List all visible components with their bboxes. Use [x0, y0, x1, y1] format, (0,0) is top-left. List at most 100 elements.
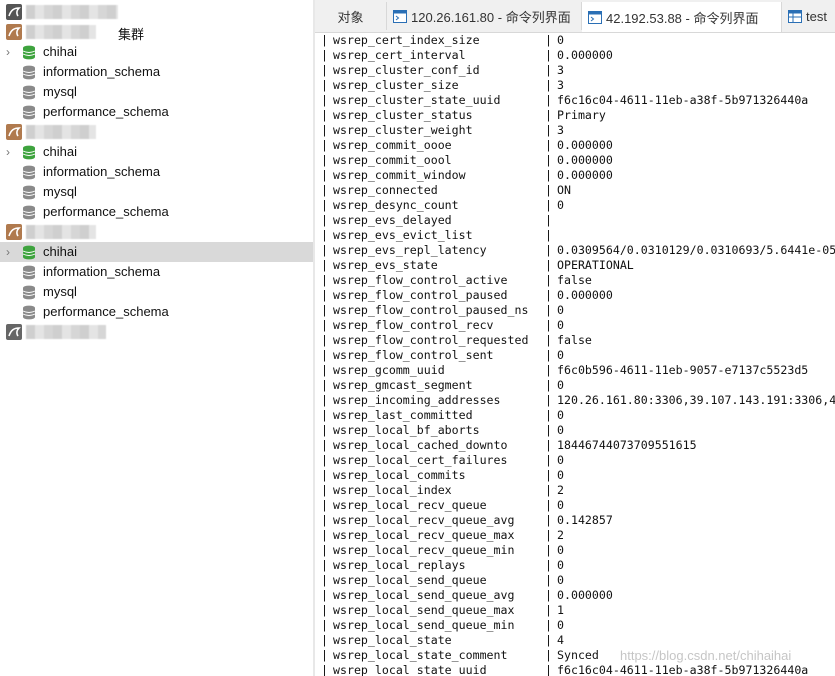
database-row-mysql[interactable]: mysql	[0, 182, 313, 202]
connection-row[interactable]	[0, 122, 313, 142]
column-separator: |	[545, 603, 552, 617]
command-line-console[interactable]: | wsrep_cert_index_size | 0 | wsrep_cert_inte…	[315, 33, 835, 676]
variable-value: 0.000000	[557, 168, 613, 182]
status-variable-row: | wsrep_evs_state | OPERATIONAL	[315, 258, 835, 273]
tab-console-42[interactable]: 42.192.53.88 - 命令列界面	[582, 2, 782, 32]
variable-name: wsrep_evs_repl_latency	[333, 243, 487, 257]
connection-row[interactable]	[0, 322, 313, 342]
column-separator: |	[545, 258, 552, 272]
status-variable-row: | wsrep_gmcast_segment | 0	[315, 378, 835, 393]
database-label: information_schema	[43, 264, 161, 279]
status-variable-row: | wsrep_flow_control_paused | 0.000000	[315, 288, 835, 303]
variable-value: 0	[557, 453, 564, 467]
column-separator: |	[545, 213, 552, 227]
status-variable-row: | wsrep_local_send_queue_max | 1	[315, 603, 835, 618]
variable-name: wsrep_local_index	[333, 483, 452, 497]
variable-name: wsrep_local_cert_failures	[333, 453, 508, 467]
redacted-connection-name	[26, 325, 106, 339]
variable-value: ON	[557, 183, 571, 197]
database-row-performance-schema[interactable]: performance_schema	[0, 202, 313, 222]
database-row-performance-schema[interactable]: performance_schema	[0, 302, 313, 322]
status-variable-row: | wsrep_local_recv_queue | 0	[315, 498, 835, 513]
column-separator: |	[545, 363, 552, 377]
tab-console-120[interactable]: 120.26.161.80 - 命令列界面	[387, 2, 582, 30]
chevron-right-icon[interactable]: ›	[6, 46, 16, 58]
chevron-right-icon[interactable]: ›	[6, 246, 16, 258]
variable-value: false	[557, 273, 592, 287]
column-separator: |	[321, 423, 328, 437]
column-separator: |	[545, 198, 552, 212]
column-separator: |	[321, 603, 328, 617]
column-separator: |	[545, 393, 552, 407]
column-separator: |	[321, 123, 328, 137]
connection-row[interactable]	[0, 222, 313, 242]
database-row-chihai[interactable]: › chihai	[0, 42, 313, 62]
column-separator: |	[321, 48, 328, 62]
database-icon	[22, 105, 36, 120]
connection-icon	[6, 24, 22, 40]
variable-value: 0	[557, 348, 564, 362]
connection-row[interactable]	[0, 2, 313, 22]
column-separator: |	[321, 663, 328, 676]
status-variable-row: | wsrep_flow_control_active | false	[315, 273, 835, 288]
column-separator: |	[321, 573, 328, 587]
database-label: mysql	[43, 84, 77, 99]
database-icon	[22, 85, 36, 100]
column-separator: |	[545, 318, 552, 332]
database-icon	[22, 65, 36, 80]
column-separator: |	[545, 288, 552, 302]
database-row-performance-schema[interactable]: performance_schema	[0, 102, 313, 122]
database-row-information-schema[interactable]: information_schema	[0, 62, 313, 82]
variable-name: wsrep_local_send_queue_min	[333, 618, 515, 632]
column-separator: |	[321, 168, 328, 182]
column-separator: |	[545, 588, 552, 602]
chevron-right-icon[interactable]: ›	[6, 146, 16, 158]
variable-value: 0	[557, 198, 564, 212]
variable-value: 1	[557, 603, 564, 617]
variable-value: f6c16c04-4611-11eb-a38f-5b971326440a	[557, 93, 809, 107]
variable-value: 0	[557, 303, 564, 317]
variable-name: wsrep_cluster_state_uuid	[333, 93, 501, 107]
connection-row[interactable]: 集群	[0, 22, 313, 42]
variable-value: 0	[557, 33, 564, 47]
database-row-information-schema[interactable]: information_schema	[0, 262, 313, 282]
tab-objects[interactable]: 对象	[315, 2, 387, 30]
connection-icon	[6, 124, 22, 140]
database-row-chihai[interactable]: › chihai	[0, 242, 313, 262]
column-separator: |	[545, 348, 552, 362]
column-separator: |	[321, 33, 328, 47]
variable-value: false	[557, 333, 592, 347]
variable-name: wsrep_local_recv_queue	[333, 498, 487, 512]
variable-name: wsrep_local_recv_queue_min	[333, 543, 515, 557]
database-row-chihai[interactable]: › chihai	[0, 142, 313, 162]
column-separator: |	[321, 543, 328, 557]
variable-value: 0	[557, 558, 564, 572]
database-row-mysql[interactable]: mysql	[0, 282, 313, 302]
status-variable-row: | wsrep_evs_evict_list |	[315, 228, 835, 243]
database-label: chihai	[43, 144, 77, 159]
column-separator: |	[321, 228, 328, 242]
column-separator: |	[545, 378, 552, 392]
connection-name-suffix: 集群	[118, 27, 145, 42]
variable-value: 0	[557, 618, 564, 632]
column-separator: |	[545, 183, 552, 197]
redacted-connection-name	[26, 225, 96, 239]
variable-value: 2	[557, 483, 564, 497]
tab-label: 42.192.53.88 - 命令列界面	[606, 10, 759, 26]
database-label: chihai	[43, 44, 77, 59]
variable-name: wsrep_flow_control_sent	[333, 348, 494, 362]
variable-value: 0	[557, 423, 564, 437]
variable-name: wsrep_gmcast_segment	[333, 378, 473, 392]
database-icon	[22, 205, 36, 220]
tab-table-test[interactable]: test	[782, 2, 835, 30]
database-row-mysql[interactable]: mysql	[0, 82, 313, 102]
database-label: information_schema	[43, 164, 161, 179]
column-separator: |	[321, 513, 328, 527]
column-separator: |	[321, 288, 328, 302]
column-separator: |	[321, 78, 328, 92]
column-separator: |	[321, 318, 328, 332]
column-separator: |	[545, 648, 552, 662]
variable-value: Primary	[557, 108, 606, 122]
database-label: mysql	[43, 284, 77, 299]
database-row-information-schema[interactable]: information_schema	[0, 162, 313, 182]
